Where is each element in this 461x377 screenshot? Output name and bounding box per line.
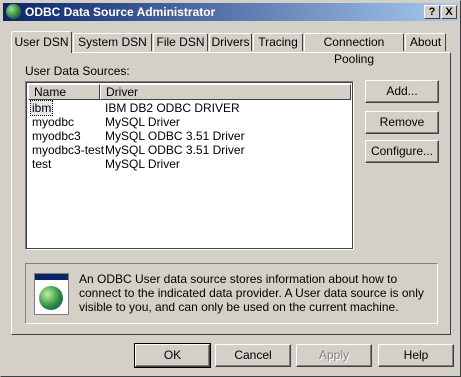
list-item[interactable]: ibm IBM DB2 ODBC DRIVER [28, 100, 351, 116]
column-header-driver[interactable]: Driver [100, 84, 351, 100]
odbc-globe-icon [6, 4, 21, 19]
dsn-driver: MySQL ODBC 3.51 Driver [105, 129, 245, 143]
dsn-name: myodbc [32, 115, 75, 129]
list-item[interactable]: test MySQL Driver [28, 157, 351, 171]
dsn-name: myodbc3-test [32, 143, 105, 157]
tab-system-dsn[interactable]: System DSN [73, 33, 152, 51]
cancel-button[interactable]: Cancel [215, 344, 291, 367]
tab-file-dsn[interactable]: File DSN [153, 33, 208, 51]
apply-button[interactable]: Apply [296, 344, 372, 367]
dsn-driver: IBM DB2 ODBC DRIVER [105, 101, 240, 115]
dsn-name: ibm [29, 100, 54, 116]
dsn-name: test [32, 157, 52, 171]
add-button[interactable]: Add... [365, 80, 439, 103]
user-data-sources-label: User Data Sources: [25, 64, 130, 78]
list-rows: ibm IBM DB2 ODBC DRIVER myodbc MySQL Dri… [28, 100, 351, 171]
close-title-button[interactable]: X [441, 5, 457, 19]
info-text: An ODBC User data source stores informat… [79, 272, 424, 314]
help-title-button[interactable]: ? [424, 5, 440, 19]
window-title: ODBC Data Source Administrator [25, 5, 216, 19]
info-box: An ODBC User data source stores informat… [25, 263, 438, 324]
tab-user-dsn[interactable]: User DSN [11, 31, 72, 53]
list-header: Name Driver [28, 84, 351, 100]
list-item[interactable]: myodbc3 MySQL ODBC 3.51 Driver [28, 129, 351, 143]
data-sources-list[interactable]: Name Driver ibm IBM DB2 ODBC DRIVER myod… [25, 81, 354, 250]
configure-button[interactable]: Configure... [365, 140, 439, 163]
tab-about[interactable]: About [405, 33, 446, 51]
list-item[interactable]: myodbc3-test MySQL ODBC 3.51 Driver [28, 143, 351, 157]
tab-connection-pooling[interactable]: Connection Pooling [304, 33, 404, 66]
data-source-icon [34, 273, 69, 315]
dsn-driver: MySQL Driver [105, 115, 180, 129]
dsn-driver: MySQL ODBC 3.51 Driver [105, 143, 245, 157]
help-button[interactable]: Help [378, 344, 454, 367]
tab-tracing[interactable]: Tracing [253, 33, 303, 51]
tab-drivers[interactable]: Drivers [209, 33, 252, 51]
dsn-driver: MySQL Driver [105, 157, 180, 171]
remove-button[interactable]: Remove [365, 111, 439, 134]
odbc-admin-window: ODBC Data Source Administrator ? X User … [0, 0, 461, 377]
dsn-name: myodbc3 [32, 129, 81, 143]
title-bar[interactable]: ODBC Data Source Administrator ? X [3, 3, 458, 21]
globe-icon [39, 286, 63, 310]
column-header-name[interactable]: Name [28, 84, 100, 100]
list-item[interactable]: myodbc MySQL Driver [28, 115, 351, 129]
ok-button[interactable]: OK [134, 343, 211, 368]
